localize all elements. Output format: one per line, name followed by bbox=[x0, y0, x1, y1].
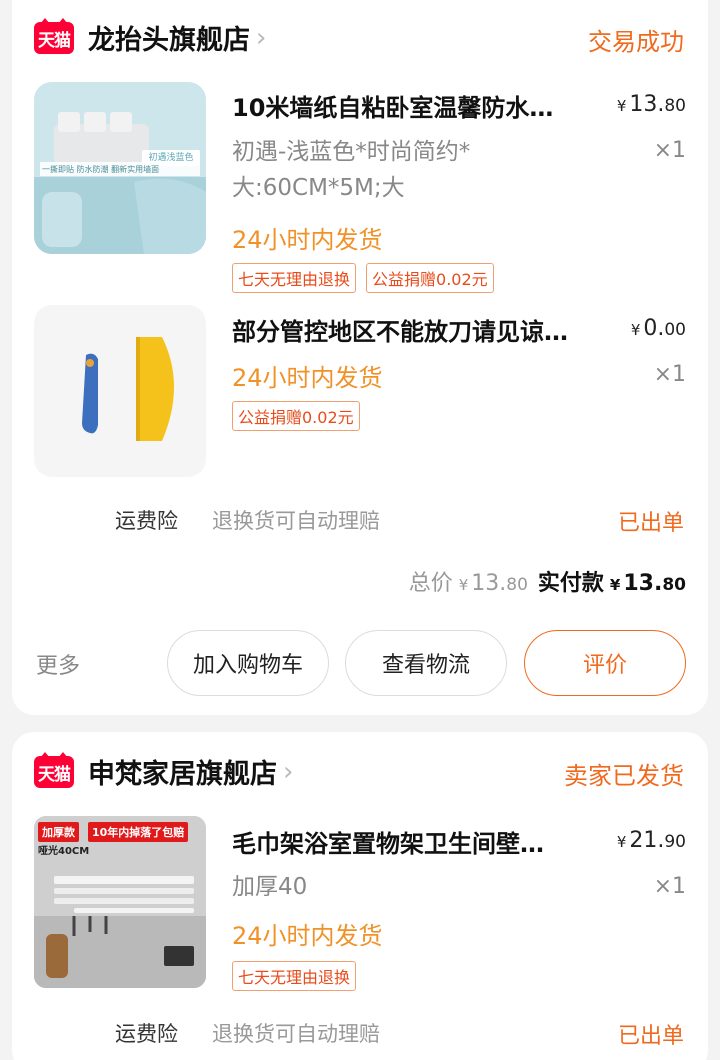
product-quantity: ×1 bbox=[653, 874, 686, 899]
product-title[interactable]: 毛巾架浴室置物架卫生间壁… bbox=[232, 824, 592, 859]
total-price-integer: 13. bbox=[471, 571, 507, 596]
shipping-promise: 24小时内发货 bbox=[232, 226, 383, 254]
order-totals: 总价 ¥ 13. 80 实付款 ¥ 13. 80 bbox=[409, 565, 686, 597]
charity-tag: 公益捐赠0.02元 bbox=[232, 401, 360, 431]
shipping-insurance-desc: 退换货可自动理赔 bbox=[212, 1022, 380, 1046]
thumbnail-badge: 10年内掉落了包赔 bbox=[88, 822, 189, 842]
product-title[interactable]: 部分管控地区不能放刀请见谅… bbox=[232, 312, 592, 347]
product-sku: 初遇-浅蓝色*时尚简约*大:60CM*5M;大 bbox=[232, 139, 471, 201]
shipping-insurance-label: 运费险 bbox=[115, 509, 178, 533]
product-thumbnail[interactable]: 初遇浅蓝色 一撕即贴 防水防潮 翻新实用墙面 bbox=[34, 82, 206, 254]
price-integer: 0. bbox=[643, 316, 665, 341]
service-tags: 七天无理由退换 公益捐赠0.02元 bbox=[232, 263, 494, 293]
chevron-right-icon: › bbox=[256, 22, 267, 53]
more-actions[interactable]: 更多 bbox=[36, 648, 80, 680]
view-logistics-button[interactable]: 查看物流 bbox=[345, 630, 507, 696]
product-thumbnail[interactable] bbox=[34, 305, 206, 477]
add-to-cart-button[interactable]: 加入购物车 bbox=[167, 630, 329, 696]
price-decimal: 00 bbox=[664, 320, 686, 340]
total-currency: ¥ bbox=[458, 576, 469, 594]
order-card: 天猫 龙抬头旗舰店 › 交易成功 初遇浅蓝色 一撕即贴 防水防潮 翻新实用墙面 … bbox=[12, 0, 708, 715]
price-currency: ¥ bbox=[616, 833, 627, 851]
tmall-logo: 天猫 bbox=[34, 18, 74, 54]
product-quantity: ×1 bbox=[653, 362, 686, 387]
thumbnail-features: 一撕即贴 防水防潮 翻新实用墙面 bbox=[42, 165, 160, 174]
shipping-insurance-label: 运费险 bbox=[115, 1022, 178, 1046]
thumbnail-subcaption: 哑光40CM bbox=[38, 846, 90, 857]
price-decimal: 90 bbox=[664, 832, 686, 852]
product-quantity: ×1 bbox=[653, 138, 686, 163]
price-currency: ¥ bbox=[630, 321, 641, 339]
total-price-label: 总价 bbox=[408, 571, 453, 596]
product-thumbnail[interactable]: 加厚款 10年内掉落了包赔 哑光40CM bbox=[34, 816, 206, 988]
shipping-insurance-desc: 退换货可自动理赔 bbox=[212, 509, 380, 533]
shop-name: 龙抬头旗舰店 bbox=[88, 25, 250, 56]
paid-currency: ¥ bbox=[609, 576, 621, 594]
shipping-insurance-status: 已出单 bbox=[617, 511, 684, 536]
paid-amount-integer: 13. bbox=[623, 571, 663, 596]
product-price: ¥0.00 bbox=[631, 316, 686, 341]
order-status: 交易成功 bbox=[588, 28, 684, 56]
tmall-logo: 天猫 bbox=[34, 752, 74, 788]
price-decimal: 80 bbox=[664, 96, 686, 116]
order-status: 卖家已发货 bbox=[564, 762, 684, 790]
thumbnail-badge: 加厚款 bbox=[38, 822, 79, 842]
price-integer: 13. bbox=[629, 92, 665, 117]
tmall-logo-text: 天猫 bbox=[38, 764, 71, 785]
product-price: ¥13.80 bbox=[617, 92, 686, 117]
shipping-promise: 24小时内发货 bbox=[232, 922, 383, 950]
shipping-promise: 24小时内发货 bbox=[232, 364, 383, 392]
paid-label: 实付款 bbox=[537, 571, 604, 596]
return-tag: 七天无理由退换 bbox=[232, 961, 357, 991]
product-sku: 加厚40 bbox=[232, 874, 308, 900]
service-tags: 七天无理由退换 bbox=[232, 961, 357, 991]
return-tag: 七天无理由退换 bbox=[232, 263, 357, 293]
charity-tag: 公益捐赠0.02元 bbox=[366, 263, 494, 293]
product-price: ¥21.90 bbox=[617, 828, 686, 853]
product-title[interactable]: 10米墙纸自粘卧室温馨防水… bbox=[232, 88, 592, 123]
review-button[interactable]: 评价 bbox=[524, 630, 686, 696]
tmall-logo-text: 天猫 bbox=[38, 30, 71, 51]
knife-scraper-thumbnail-image bbox=[82, 337, 174, 441]
shop-link[interactable]: 申梵家居旗舰店 › bbox=[88, 752, 293, 791]
shop-link[interactable]: 龙抬头旗舰店 › bbox=[88, 18, 266, 57]
shipping-insurance-status: 已出单 bbox=[617, 1024, 684, 1049]
price-currency: ¥ bbox=[616, 97, 627, 115]
service-tags: 公益捐赠0.02元 bbox=[232, 401, 360, 431]
shop-name: 申梵家居旗舰店 bbox=[88, 759, 277, 790]
chevron-right-icon: › bbox=[283, 756, 294, 787]
paid-amount-decimal: 80 bbox=[662, 575, 686, 595]
order-card: 天猫 申梵家居旗舰店 › 卖家已发货 加厚款 10年内掉落了包赔 哑光40CM … bbox=[12, 732, 708, 1060]
total-price-decimal: 80 bbox=[506, 575, 528, 595]
price-integer: 21. bbox=[629, 828, 665, 853]
